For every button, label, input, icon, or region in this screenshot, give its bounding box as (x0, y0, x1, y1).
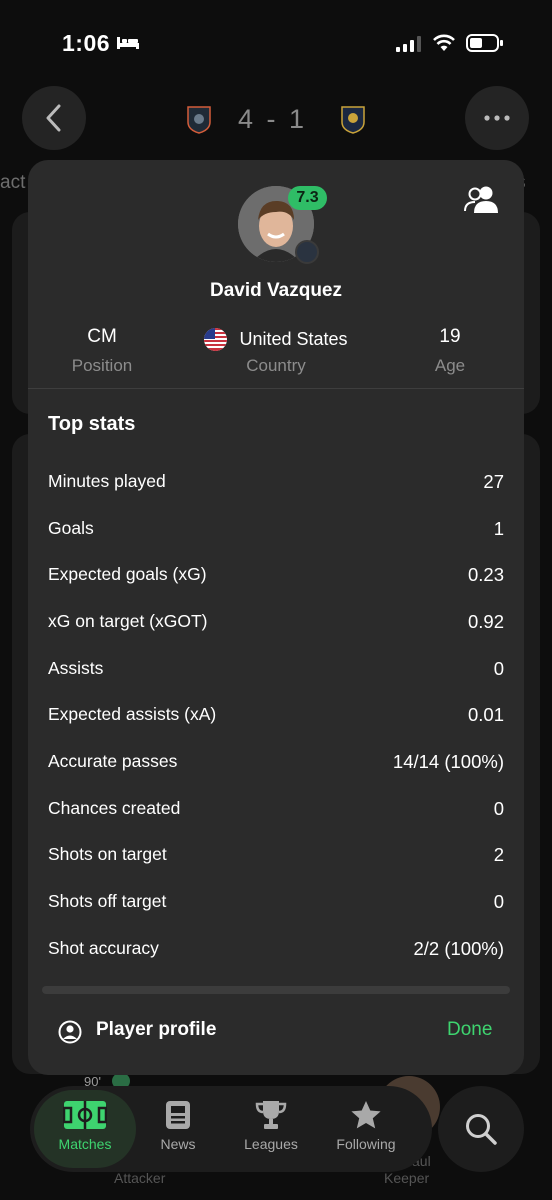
stat-value: 2 (493, 843, 504, 865)
nav-label: News (160, 1136, 196, 1152)
star-icon (351, 1101, 381, 1129)
stat-row: Expected assists (xA) 0.01 (48, 691, 504, 738)
top-stats-title: Top stats (48, 413, 136, 435)
stat-label: Shot accuracy (48, 938, 159, 958)
stat-row: Expected goals (xG) 0.23 (48, 551, 504, 598)
stat-value: 0 (493, 890, 504, 912)
team-crest-icon (295, 240, 319, 264)
stat-value: 0.92 (467, 610, 504, 632)
bottom-nav: Matches News Leagues Following (30, 1086, 432, 1172)
country-value: United States (196, 328, 356, 351)
stat-row: Goals 1 (48, 505, 504, 552)
search-icon (466, 1114, 497, 1145)
cellular-signal-icon (396, 36, 422, 57)
stat-label: xG on target (xGOT) (48, 611, 208, 631)
stat-value: 0.01 (467, 703, 504, 725)
us-flag-icon (204, 328, 228, 351)
player-name: David Vazquez (210, 280, 342, 301)
sleep-focus-icon (116, 34, 140, 55)
country-name: United States (239, 329, 348, 349)
compare-players-icon[interactable] (464, 184, 500, 219)
scroll-peek-bar (42, 986, 510, 994)
search-button[interactable] (438, 1086, 524, 1172)
stat-row: Assists 0 (48, 645, 504, 692)
nav-item-news[interactable]: News (133, 1100, 223, 1152)
stat-row: Chances created 0 (48, 785, 504, 832)
player-stats-sheet: 7.3 David Vazquez CM Position United Sta… (28, 160, 524, 1075)
done-button[interactable]: Done (447, 1019, 492, 1041)
player-profile-icon[interactable] (58, 1020, 82, 1049)
stat-row: Minutes played 27 (48, 458, 504, 505)
pitch-icon (63, 1101, 107, 1129)
stat-row: Shot accuracy 2/2 (100%) (48, 925, 504, 972)
stat-value: 27 (483, 470, 504, 492)
stat-label: Expected assists (xA) (48, 704, 217, 724)
position-label: Position (71, 356, 133, 375)
stat-value: 1 (493, 517, 504, 539)
stat-value: 14/14 (100%) (392, 750, 504, 772)
nav-label: Following (336, 1136, 396, 1152)
country-label: Country (246, 356, 306, 375)
tab-peek-left[interactable]: act (0, 172, 25, 194)
status-time: 1:06 (62, 30, 111, 56)
trophy-icon (255, 1101, 287, 1129)
match-score: 4 - 1 (238, 104, 308, 134)
nav-label: Leagues (244, 1136, 298, 1152)
stat-label: Assists (48, 658, 104, 678)
player-profile-link[interactable]: Player profile (96, 1019, 216, 1041)
chevron-left-icon (46, 104, 61, 132)
stat-label: Minutes played (48, 471, 166, 491)
stat-value: 2/2 (100%) (413, 937, 505, 959)
nav-item-matches[interactable]: Matches (40, 1100, 130, 1152)
nav-label: Matches (58, 1136, 112, 1152)
back-button[interactable] (22, 86, 86, 150)
stat-row: Shots on target 2 (48, 831, 504, 878)
battery-icon (466, 34, 504, 57)
nav-item-following[interactable]: Following (321, 1100, 411, 1152)
stat-row: Shots off target 0 (48, 878, 504, 925)
more-options-button[interactable] (465, 86, 529, 150)
stat-label: Chances created (48, 798, 181, 818)
age-label: Age (434, 356, 466, 375)
nav-item-leagues[interactable]: Leagues (226, 1100, 316, 1152)
peek-role-left: Attacker (114, 1170, 166, 1186)
stat-label: Accurate passes (48, 751, 178, 771)
stat-value: 0 (493, 657, 504, 679)
position-value: CM (87, 326, 117, 347)
stat-row: xG on target (xGOT) 0.92 (48, 598, 504, 645)
stat-value: 0 (493, 797, 504, 819)
wifi-icon (432, 33, 456, 57)
divider (28, 388, 524, 389)
home-team-crest-icon (186, 104, 212, 134)
more-icon (484, 115, 510, 121)
stat-row: Accurate passes 14/14 (100%) (48, 738, 504, 785)
stat-label: Shots on target (48, 844, 167, 864)
player-rating-badge: 7.3 (288, 186, 327, 210)
away-team-crest-icon (340, 104, 366, 134)
stat-label: Shots off target (48, 891, 167, 911)
stat-label: Expected goals (xG) (48, 564, 207, 584)
stat-value: 0.23 (467, 563, 504, 585)
stat-label: Goals (48, 518, 94, 538)
peek-role-right: Keeper (384, 1170, 430, 1186)
news-icon (166, 1101, 190, 1129)
age-value: 19 (439, 326, 461, 347)
